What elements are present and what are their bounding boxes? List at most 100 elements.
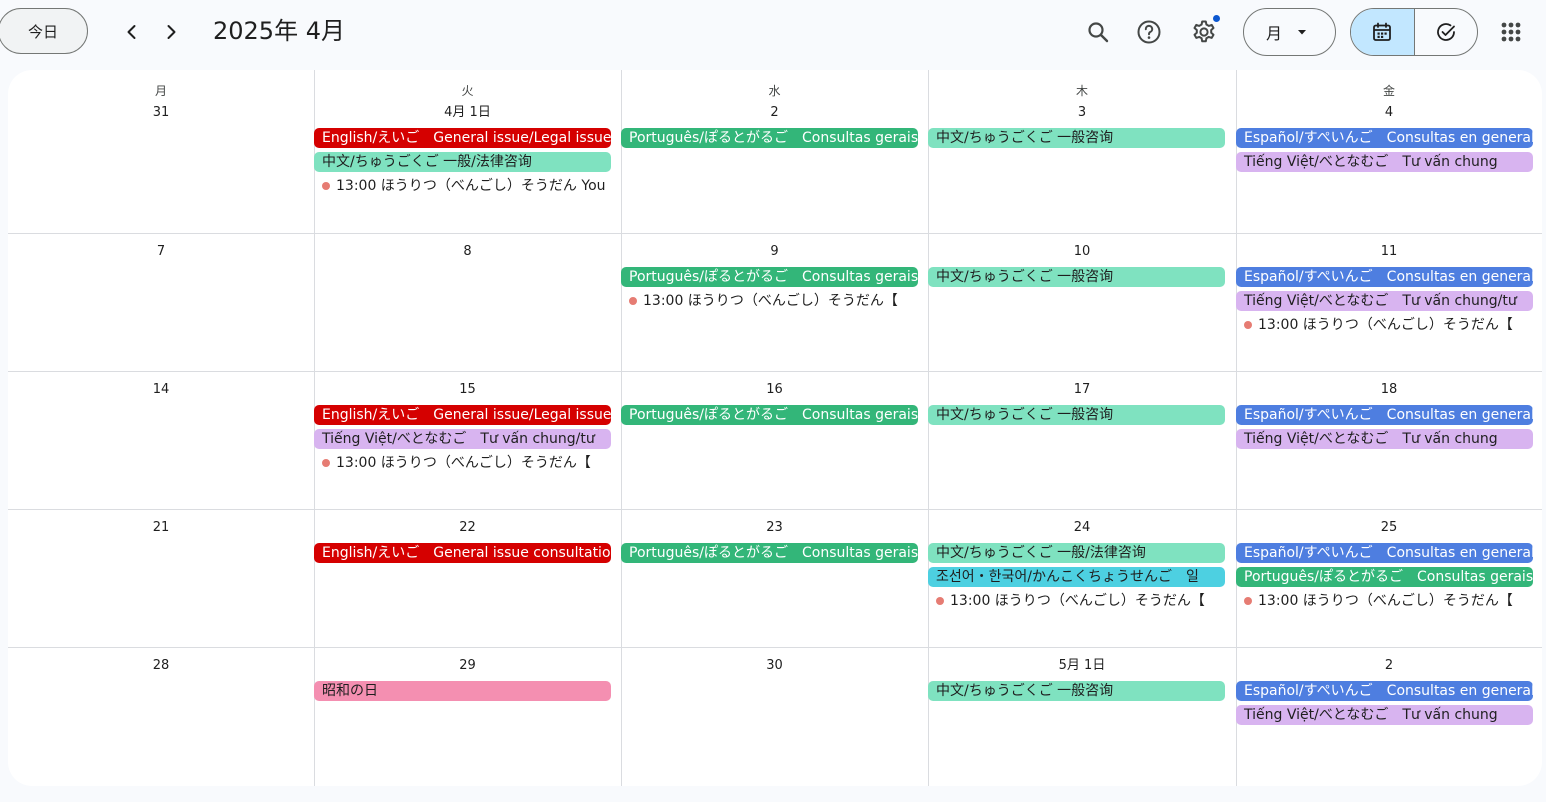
timed-event[interactable]: 13:00 ほうりつ（べんごし）そうだん【 [621,291,918,311]
timed-event[interactable]: 13:00 ほうりつ（べんごし）そうだん【 [928,591,1225,611]
event-title: 中文/ちゅうごくご 一般咨询 [936,683,1114,699]
google-apps-button[interactable] [1491,12,1531,52]
timed-event[interactable]: 13:00 ほうりつ（べんごし）そうだん You [314,176,611,196]
event-chip[interactable]: 中文/ちゅうごくご 一般咨询 [928,405,1225,425]
tasks-mode-button[interactable] [1415,9,1478,55]
day-number[interactable]: 11 [1381,243,1398,261]
event-chip[interactable]: Español/すぺいんご Consultas en general [1236,681,1533,701]
event-title: 昭和の日 [322,683,378,699]
day-number[interactable]: 17 [1074,381,1091,399]
view-select-label: 月 [1266,24,1283,43]
day-number[interactable]: 28 [153,657,170,675]
timed-event[interactable]: 13:00 ほうりつ（べんごし）そうだん【 [314,453,611,473]
event-title: 13:00 ほうりつ（べんごし）そうだん【 [336,455,591,471]
event-chip[interactable]: Español/すぺいんご Consultas en general [1236,543,1533,563]
weekday-header: 月 [154,84,168,98]
day-number[interactable]: 9 [770,243,778,261]
event-title: Português/ぽるとがるご Consultas gerais [629,407,918,423]
event-title: Português/ぽるとがるご Consultas gerais [629,545,918,561]
event-title: 조선어・한국어/かんこくちょうせんご 일 [936,569,1199,585]
event-chip[interactable]: 조선어・한국어/かんこくちょうせんご 일 [928,567,1225,587]
event-chip[interactable]: Português/ぽるとがるご Consultas gerais [621,128,918,148]
previous-month-button[interactable] [114,14,150,50]
calendar-mode-button[interactable] [1351,9,1415,55]
event-chip[interactable]: Tiếng Việt/べとなむご Tư vấn chung [1236,152,1533,172]
event-title: Tiếng Việt/べとなむご Tư vấn chung [1244,707,1498,723]
event-chip[interactable]: English/えいご General issue/Legal issue [314,405,611,425]
next-month-button[interactable] [153,14,189,50]
event-title: 中文/ちゅうごくご 一般咨询 [936,130,1114,146]
day-number[interactable]: 30 [766,657,783,675]
event-chip[interactable]: Tiếng Việt/べとなむご Tư vấn chung/tư [1236,291,1533,311]
search-button[interactable] [1078,12,1118,52]
caret-down-icon [1298,30,1307,35]
day-number[interactable]: 2 [770,104,778,122]
event-title: Tiếng Việt/べとなむご Tư vấn chung/tư [322,431,595,447]
day-number[interactable]: 22 [459,519,476,537]
day-number[interactable]: 16 [766,381,783,399]
day-number[interactable]: 21 [153,519,170,537]
event-chip[interactable]: Español/すぺいんご Consultas en general [1236,267,1533,287]
help-button[interactable] [1129,12,1169,52]
day-number[interactable]: 29 [459,657,476,675]
event-title: 13:00 ほうりつ（べんごし）そうだん【 [1258,593,1513,609]
search-icon [1088,22,1109,43]
day-number[interactable]: 7 [157,243,165,261]
help-icon [1137,20,1161,44]
event-chip[interactable]: Tiếng Việt/べとなむご Tư vấn chung [1236,429,1533,449]
event-chip[interactable]: 中文/ちゅうごくご 一般咨询 [928,128,1225,148]
event-title: 13:00 ほうりつ（べんごし）そうだん【 [643,293,898,309]
day-number[interactable]: 3 [1078,104,1086,122]
event-title: Português/ぽるとがるご Consultas gerais [1244,569,1533,585]
task-check-icon [1436,23,1455,41]
timed-event[interactable]: 13:00 ほうりつ（べんごし）そうだん【 [1236,591,1533,611]
event-chip[interactable]: English/えいご General issue/Legal issue [314,128,611,148]
day-number[interactable]: 18 [1381,381,1398,399]
event-title: Español/すぺいんご Consultas en general [1244,269,1533,285]
event-chip[interactable]: Español/すぺいんご Consultas en general [1236,128,1533,148]
event-title: English/えいご General issue/Legal issue [322,130,611,146]
day-number[interactable]: 4 [1385,104,1393,122]
event-chip[interactable]: 中文/ちゅうごくご 一般/法律咨询 [314,152,611,172]
day-number[interactable]: 15 [459,381,476,399]
event-title: English/えいご General issue/Legal issue [322,407,611,423]
event-title: 13:00 ほうりつ（べんごし）そうだん【 [1258,317,1513,333]
day-number[interactable]: 23 [766,519,783,537]
day-number[interactable]: 2 [1385,657,1393,675]
today-button[interactable]: 今日 [0,8,88,54]
event-chip[interactable]: Tiếng Việt/べとなむご Tư vấn chung/tư [314,429,611,449]
event-title: 中文/ちゅうごくご 一般/法律咨询 [936,545,1146,561]
event-title: 中文/ちゅうごくご 一般咨询 [936,269,1114,285]
event-chip[interactable]: Português/ぽるとがるご Consultas gerais [621,405,918,425]
event-title: Tiếng Việt/べとなむご Tư vấn chung [1244,154,1498,170]
event-dot [322,182,330,190]
event-chip[interactable]: English/えいご General issue consultation [314,543,611,563]
day-number[interactable]: 14 [153,381,170,399]
day-number[interactable]: 31 [153,104,170,122]
event-chip[interactable]: 昭和の日 [314,681,611,701]
event-title: Español/すぺいんご Consultas en general [1244,130,1533,146]
timed-event[interactable]: 13:00 ほうりつ（べんごし）そうだん【 [1236,315,1533,335]
gear-icon [1193,20,1215,43]
calendar-tasks-toggle [1350,8,1478,56]
event-chip[interactable]: Tiếng Việt/べとなむご Tư vấn chung [1236,705,1533,725]
event-chip[interactable]: Português/ぽるとがるご Consultas gerais [1236,567,1533,587]
day-number[interactable]: 8 [463,243,471,261]
event-chip[interactable]: Português/ぽるとがるご Consultas gerais [621,543,918,563]
day-number[interactable]: 25 [1381,519,1398,537]
event-chip[interactable]: Español/すぺいんご Consultas en general [1236,405,1533,425]
event-chip[interactable]: 中文/ちゅうごくご 一般/法律咨询 [928,543,1225,563]
event-chip[interactable]: Português/ぽるとがるご Consultas gerais [621,267,918,287]
event-title: English/えいご General issue consultation [322,545,611,561]
day-number[interactable]: 5月 1日 [1059,657,1106,675]
view-select-dropdown[interactable]: 月 [1243,8,1336,56]
event-chip[interactable]: 中文/ちゅうごくご 一般咨询 [928,681,1225,701]
weekday-header: 金 [1382,84,1396,98]
event-title: Español/すぺいんご Consultas en general [1244,683,1533,699]
day-number[interactable]: 4月 1日 [444,104,491,122]
event-title: 13:00 ほうりつ（べんごし）そうだん You [336,178,606,194]
chevron-left-icon [127,25,136,39]
day-number[interactable]: 10 [1074,243,1091,261]
day-number[interactable]: 24 [1074,519,1091,537]
event-chip[interactable]: 中文/ちゅうごくご 一般咨询 [928,267,1225,287]
